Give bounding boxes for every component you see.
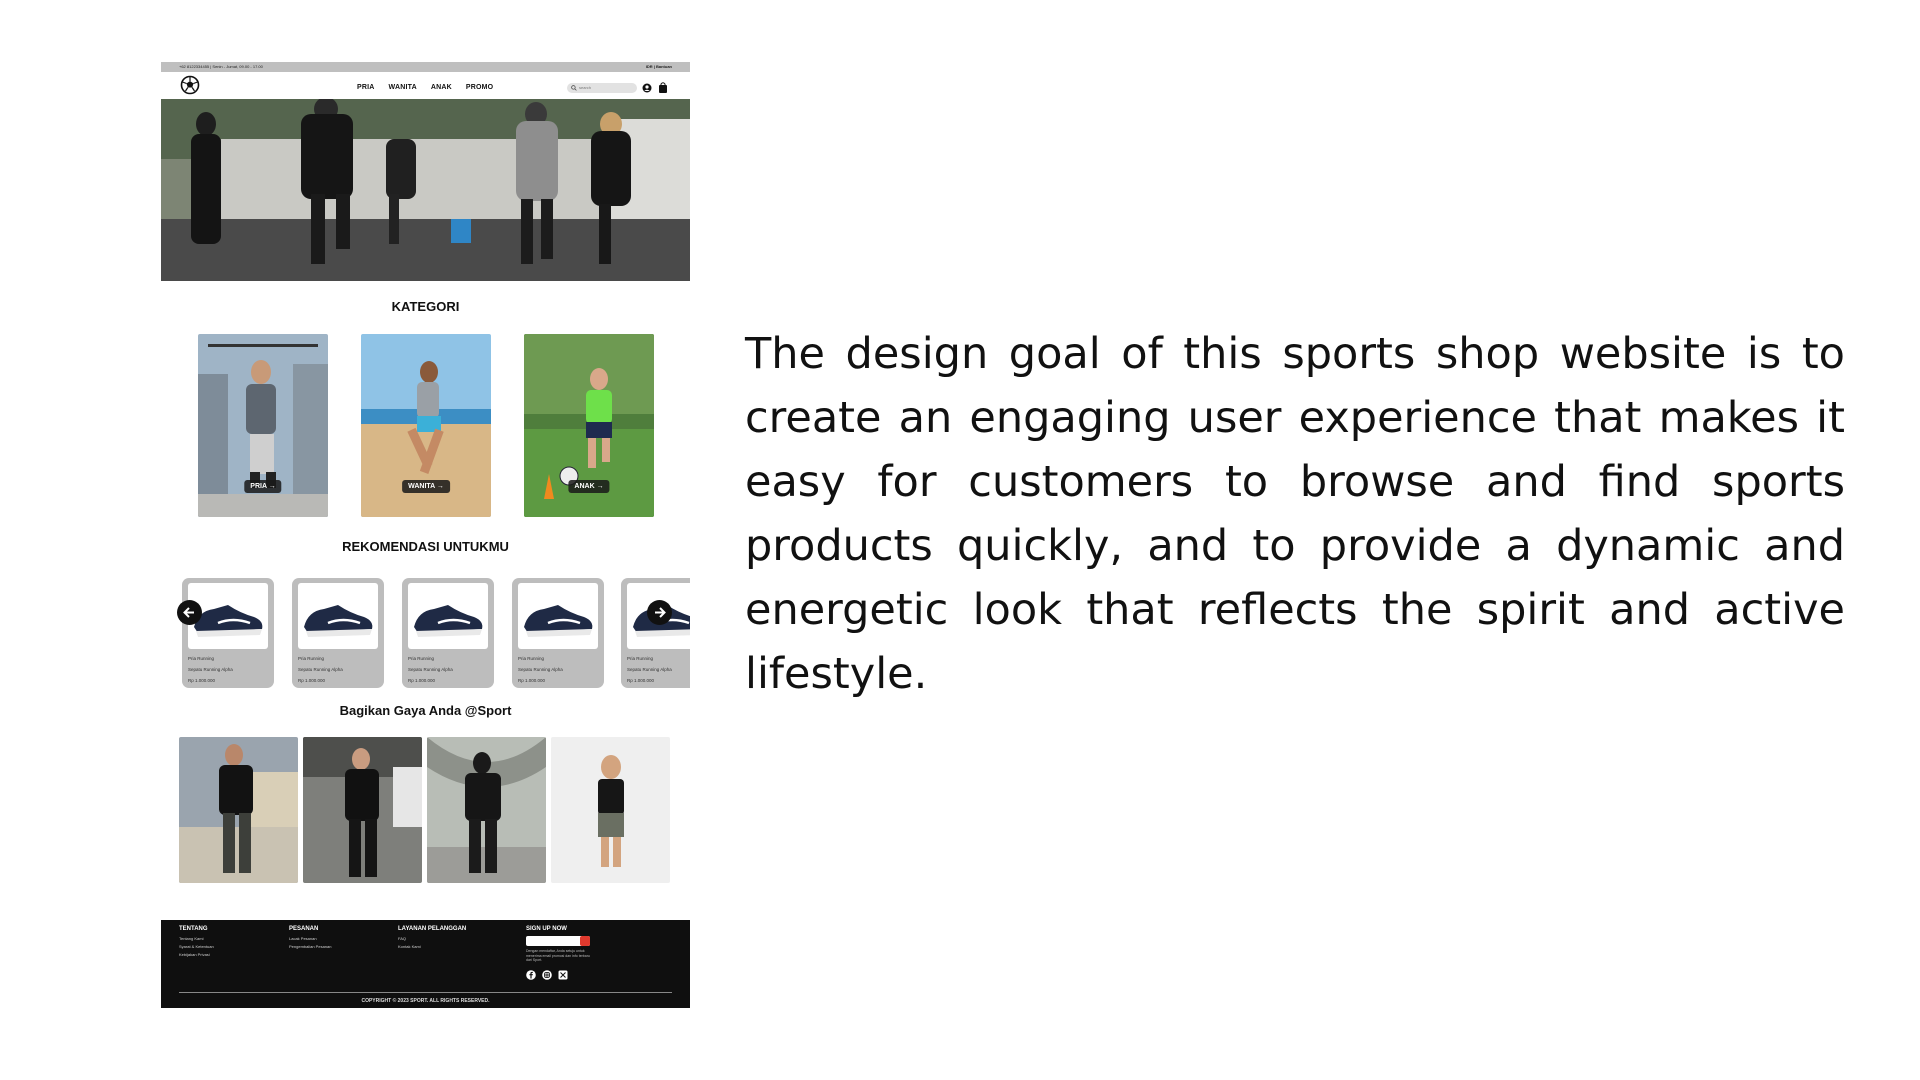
- site-footer: TENTANG Tentang Kami Syarat & Ketentuan …: [161, 920, 690, 1008]
- product-card[interactable]: Pria Running Sepatu Running Alpha Rp 1.0…: [512, 578, 604, 688]
- footer-link[interactable]: Kebijakan Privasi: [179, 952, 214, 957]
- footer-col-signup: SIGN UP NOW Dengan mendaftar, Anda setuj…: [526, 926, 596, 980]
- footer-col-tentang: TENTANG Tentang Kami Syarat & Ketentuan …: [179, 926, 214, 960]
- style-photo[interactable]: [551, 737, 670, 883]
- product-card[interactable]: Pria Running Sepatu Running Alpha Rp 1.0…: [182, 578, 274, 688]
- product-name: Sepatu Running Alpha: [408, 667, 453, 672]
- category-card-anak[interactable]: ANAK →: [524, 334, 654, 517]
- signup-note: Dengan mendaftar, Anda setuju untuk mene…: [526, 949, 590, 962]
- category-card-wanita[interactable]: WANITA →: [361, 334, 491, 517]
- footer-link[interactable]: Syarat & Ketentuan: [179, 944, 214, 949]
- arrow-right-icon: [655, 607, 666, 618]
- footer-heading: PESANAN: [289, 926, 319, 932]
- contact-info: +62 8122334455 | Senin - Jumat, 09.00 - …: [179, 64, 263, 69]
- footer-link[interactable]: Lacak Pesanan: [289, 936, 331, 941]
- product-category: Pria Running: [408, 656, 435, 661]
- share-style-heading: Bagikan Gaya Anda @Sport: [339, 703, 512, 718]
- footer-col-pesanan: PESANAN Lacak Pesanan Pengembalian Pesan…: [289, 926, 331, 952]
- style-photo-image: [551, 737, 670, 883]
- nav-item-wanita[interactable]: WANITA: [389, 84, 417, 91]
- footer-link[interactable]: Tentang Kami: [179, 936, 214, 941]
- product-price: Rp 1.000.000: [518, 678, 546, 683]
- copyright-text: COPYRIGHT © 2023 SPORT. ALL RIGHTS RESER…: [361, 998, 490, 1004]
- product-category: Pria Running: [298, 656, 325, 661]
- design-goal-description: The design goal of this sports shop webs…: [745, 329, 1845, 699]
- facebook-icon[interactable]: [526, 967, 536, 980]
- footer-heading: LAYANAN PELANGGAN: [398, 926, 467, 932]
- product-image: [518, 583, 598, 649]
- footer-heading: TENTANG: [179, 926, 208, 932]
- style-photo[interactable]: [303, 737, 422, 883]
- social-links: [526, 967, 596, 980]
- nav-item-pria[interactable]: PRIA: [357, 84, 375, 91]
- soccer-ball-logo-icon[interactable]: [180, 75, 200, 95]
- product-category: Pria Running: [518, 656, 545, 661]
- product-price: Rp 1.000.000: [298, 678, 326, 683]
- kategori-heading: KATEGORI: [391, 299, 460, 314]
- nav-item-promo[interactable]: PROMO: [466, 84, 493, 91]
- carousel-next-button[interactable]: [647, 600, 672, 625]
- carousel-prev-button[interactable]: [177, 600, 202, 625]
- product-card[interactable]: Pria Running Sepatu Running Alpha Rp 1.0…: [621, 578, 690, 688]
- product-image: [408, 583, 488, 649]
- signup-email-input[interactable]: [526, 936, 590, 946]
- style-photo-image: [427, 737, 546, 883]
- arrow-left-icon: [183, 607, 194, 618]
- running-shoe-icon: [304, 605, 373, 637]
- user-account-icon[interactable]: [642, 83, 652, 93]
- hero-photo: [161, 99, 690, 281]
- footer-link[interactable]: Pengembalian Pesanan: [289, 944, 331, 949]
- shopping-bag-icon[interactable]: [658, 82, 668, 93]
- top-info-bar: +62 8122334455 | Senin - Jumat, 09.00 - …: [161, 62, 690, 72]
- running-shoe-icon: [524, 605, 593, 637]
- product-price: Rp 1.000.000: [188, 678, 216, 683]
- style-photo[interactable]: [179, 737, 298, 883]
- product-name: Sepatu Running Alpha: [627, 667, 672, 672]
- product-card[interactable]: Pria Running Sepatu Running Alpha Rp 1.0…: [402, 578, 494, 688]
- language-help-links[interactable]: IDR | Bantuan: [646, 62, 672, 72]
- signup-submit-button[interactable]: [580, 936, 590, 946]
- category-card-pria[interactable]: PRIA →: [198, 334, 328, 517]
- hero-banner-image: [161, 99, 690, 281]
- navbar: PRIA WANITA ANAK PROMO search: [161, 72, 690, 99]
- category-pria-button[interactable]: PRIA →: [244, 480, 282, 493]
- category-wanita-button[interactable]: WANITA →: [402, 480, 450, 493]
- product-price: Rp 1.000.000: [627, 678, 655, 683]
- nav-item-anak[interactable]: ANAK: [431, 84, 452, 91]
- website-mockup: +62 8122334455 | Senin - Jumat, 09.00 - …: [161, 62, 690, 1008]
- product-name: Sepatu Running Alpha: [188, 667, 233, 672]
- product-category: Pria Running: [627, 656, 654, 661]
- product-name: Sepatu Running Alpha: [518, 667, 563, 672]
- product-category: Pria Running: [188, 656, 215, 661]
- style-photo-image: [179, 737, 298, 883]
- rekomendasi-heading: REKOMENDASI UNTUKMU: [342, 539, 509, 554]
- search-input[interactable]: search: [567, 83, 637, 93]
- running-shoe-icon: [414, 605, 483, 637]
- footer-heading: SIGN UP NOW: [526, 926, 567, 932]
- search-icon: [571, 85, 577, 91]
- footer-link[interactable]: FAQ: [398, 936, 466, 941]
- footer-divider: [179, 992, 672, 993]
- search-placeholder: search: [579, 85, 592, 90]
- style-photo[interactable]: [427, 737, 546, 883]
- product-name: Sepatu Running Alpha: [298, 667, 343, 672]
- x-twitter-icon[interactable]: [558, 967, 568, 979]
- product-price: Rp 1.000.000: [408, 678, 436, 683]
- product-card[interactable]: Pria Running Sepatu Running Alpha Rp 1.0…: [292, 578, 384, 688]
- footer-link[interactable]: Kontak Kami: [398, 944, 466, 949]
- product-image: [298, 583, 378, 649]
- style-photo-image: [303, 737, 422, 883]
- footer-col-layanan: LAYANAN PELANGGAN FAQ Kontak Kami: [398, 926, 466, 952]
- instagram-icon[interactable]: [542, 967, 552, 980]
- category-anak-button[interactable]: ANAK →: [568, 480, 610, 493]
- main-nav-menu: PRIA WANITA ANAK PROMO: [357, 84, 493, 91]
